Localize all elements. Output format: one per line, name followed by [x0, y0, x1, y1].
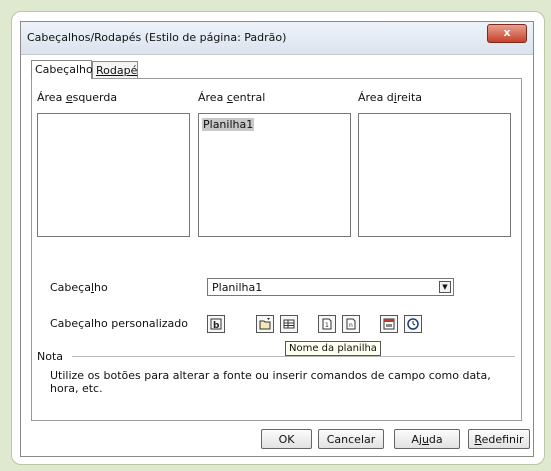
nota-text: Utilize os botões para alterar a fonte o…	[50, 369, 491, 395]
tab-rodape-label: Rodapé	[96, 64, 138, 77]
right-area-label: Área direita	[358, 91, 423, 104]
tab-cabecalho[interactable]: Cabeçalho	[31, 60, 93, 79]
ok-button[interactable]: OK	[261, 429, 312, 449]
text-attributes-icon[interactable]: b	[207, 315, 225, 333]
right-area-box[interactable]	[358, 113, 511, 237]
chevron-down-icon[interactable]: ▼	[439, 281, 451, 293]
header-select-label: Cabeçalho	[50, 281, 108, 294]
pages-icon[interactable]: n	[342, 315, 360, 333]
nota-divider	[72, 356, 515, 357]
help-button[interactable]: Ajuda	[394, 429, 460, 449]
reset-button[interactable]: Redefinir	[468, 429, 530, 449]
date-icon[interactable]	[380, 315, 398, 333]
tooltip-sheet-name: Nome da planilha	[285, 341, 381, 356]
dialog-title: Cabeçalhos/Rodapés (Estilo de página: Pa…	[27, 31, 287, 44]
header-panel: Área esquerda Área central Área direita …	[31, 78, 522, 421]
svg-text:b: b	[213, 321, 220, 330]
nota-label: Nota	[37, 350, 64, 363]
page-icon[interactable]: 1	[318, 315, 336, 333]
title-bar: Cabeçalhos/Rodapés (Estilo de página: Pa…	[21, 22, 533, 55]
custom-header-label: Cabeçalho personalizado	[50, 317, 188, 330]
header-select[interactable]: Planilha1 ▼	[207, 278, 454, 296]
cancel-button[interactable]: Cancelar	[318, 429, 384, 449]
svg-text:n: n	[349, 322, 353, 329]
header-select-value: Planilha1	[212, 281, 263, 294]
file-name-icon[interactable]	[256, 315, 274, 333]
tab-rodape[interactable]: Rodapé	[92, 61, 138, 78]
center-area-text: Planilha1	[202, 118, 255, 131]
svg-text:1: 1	[325, 322, 329, 329]
left-area-box[interactable]	[37, 113, 190, 237]
sheet-name-icon[interactable]	[280, 315, 298, 333]
header-footer-dialog: Cabeçalhos/Rodapés (Estilo de página: Pa…	[20, 21, 534, 457]
left-area-label: Área esquerda	[37, 91, 118, 104]
time-icon[interactable]	[404, 315, 422, 333]
center-area-label: Área central	[198, 91, 266, 104]
close-button[interactable]: x	[487, 24, 527, 43]
center-area-box[interactable]: Planilha1	[198, 113, 351, 237]
